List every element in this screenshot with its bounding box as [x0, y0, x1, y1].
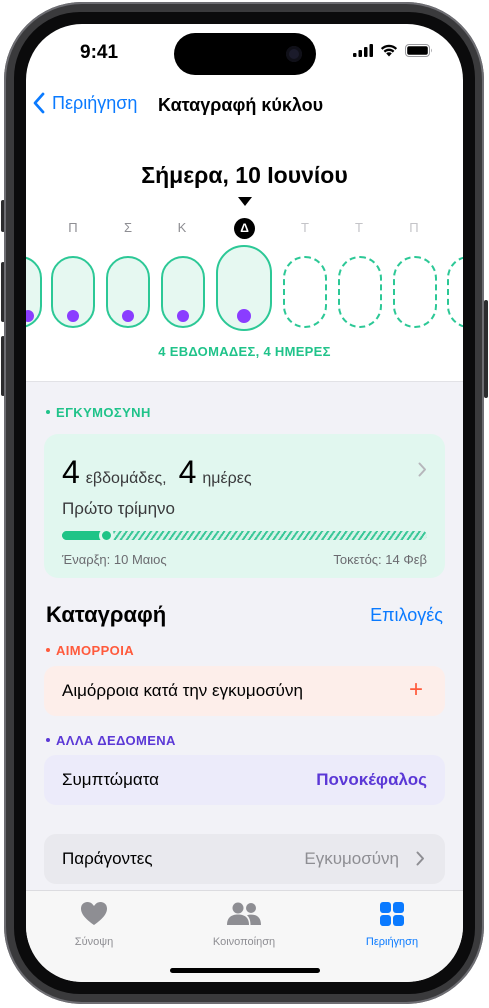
tab-sharing[interactable]: Κοινοποίηση: [184, 901, 304, 948]
chevron-right-icon: [416, 851, 424, 866]
bleeding-row-label: Αιμόρροια κατά την εγκυμοσύνη: [62, 681, 303, 700]
status-icons: [353, 44, 433, 57]
future-day-pill[interactable]: [283, 256, 327, 328]
weeks-number: 4: [62, 454, 80, 490]
navigation-bar: Περιήγηση Καταγραφή κύκλου: [26, 90, 463, 122]
pregnancy-duration: 4 εβδομάδες, 4 ημέρες: [62, 454, 252, 491]
log-dot: [177, 310, 189, 322]
pregnancy-duration-label: 4 ΕΒΔΟΜΑΔΕΣ, 4 ΗΜΕΡΕΣ: [158, 344, 331, 359]
add-icon[interactable]: +: [409, 676, 423, 704]
weeks-unit: εβδομάδες,: [85, 470, 167, 487]
grid-icon: [380, 902, 404, 926]
camera-icon: [286, 46, 302, 62]
pregnancy-card[interactable]: 4 εβδομάδες, 4 ημέρες Πρώτο τρίμηνο Έναρ…: [44, 434, 445, 578]
due-date: Τοκετός: 14 Φεβ: [333, 552, 427, 567]
day-letter: Π: [68, 220, 78, 235]
day-letter: Σ: [123, 220, 133, 235]
section-bullet: [46, 409, 50, 414]
nav-title: Καταγραφή κύκλου: [158, 95, 324, 115]
symptoms-value: Πονοκέφαλος: [316, 770, 427, 789]
status-time: 9:41: [80, 42, 119, 63]
other-data-section-text: ΑΛΛΑ ΔΕΔΟΜΕΝΑ: [56, 733, 176, 748]
day-pill[interactable]: [161, 256, 205, 328]
future-day-pill[interactable]: [447, 256, 463, 328]
back-label: Περιήγηση: [52, 92, 138, 113]
day-letter: Π: [26, 220, 36, 235]
days-number: 4: [178, 454, 197, 490]
tab-summary[interactable]: Σύνοψη: [34, 901, 154, 948]
log-dot: [237, 309, 251, 323]
day-pill[interactable]: [106, 256, 150, 328]
symptoms-row[interactable]: Συμπτώματα Πονοκέφαλος: [44, 755, 445, 805]
symptoms-label: Συμπτώματα: [62, 770, 160, 789]
dynamic-island: [174, 33, 316, 75]
tab-summary-label: Σύνοψη: [74, 936, 114, 948]
heart-icon: [81, 902, 107, 925]
start-date: Έναρξη: 10 Μαιος: [62, 552, 167, 567]
today-marker-icon: [238, 197, 252, 206]
screen: 9:41 Περιήγηση Καταγραφή κύκλου Σήμερα, …: [26, 24, 463, 982]
day-letter: Π: [409, 220, 419, 235]
log-dot: [122, 310, 134, 322]
tab-browse-label: Περιήγηση: [365, 936, 419, 948]
pregnancy-section-label: ΕΓΚΥΜΟΣΥΝΗ: [46, 405, 151, 420]
power-button: [484, 300, 488, 398]
pregnancy-section-text: ΕΓΚΥΜΟΣΥΝΗ: [56, 405, 151, 420]
factors-value: Εγκυμοσύνη: [304, 849, 399, 868]
pregnancy-progress-bar: [62, 528, 427, 543]
section-bullet: [46, 737, 50, 742]
today-pill[interactable]: [216, 245, 272, 331]
factors-row[interactable]: Παράγοντες Εγκυμοσύνη: [44, 834, 445, 884]
chevron-left-icon: [33, 92, 45, 114]
bleeding-row[interactable]: Αιμόρροια κατά την εγκυμοσύνη +: [44, 666, 445, 716]
future-day-pill[interactable]: [338, 256, 382, 328]
date-title: Σήμερα, 10 Ιουνίου: [141, 162, 348, 188]
log-heading: Καταγραφή: [46, 602, 167, 627]
people-icon: [227, 902, 261, 925]
log-dot: [67, 310, 79, 322]
tab-sharing-label: Κοινοποίηση: [212, 936, 276, 948]
future-day-pill[interactable]: [393, 256, 437, 328]
bleeding-section-text: ΑΙΜΟΡΡΟΙΑ: [56, 643, 134, 658]
signal-icon: [353, 44, 373, 57]
wifi-icon: [380, 44, 398, 57]
progress-knob: [98, 528, 114, 543]
day-pill[interactable]: [51, 256, 95, 328]
day-letter: Τ: [355, 220, 363, 235]
day-pill[interactable]: [26, 256, 42, 328]
trimester-label: Πρώτο τρίμηνο: [62, 499, 175, 518]
section-bullet: [46, 647, 50, 652]
battery-icon: [405, 44, 432, 57]
bleeding-section-label: ΑΙΜΟΡΡΟΙΑ: [46, 643, 134, 658]
home-indicator: [170, 968, 320, 973]
other-data-section-label: ΑΛΛΑ ΔΕΔΟΜΕΝΑ: [46, 733, 176, 748]
days-unit: ημέρες: [202, 470, 252, 487]
day-letter: Κ: [177, 220, 187, 235]
back-button[interactable]: Περιήγηση: [32, 92, 137, 114]
tab-browse[interactable]: Περιήγηση: [332, 901, 452, 948]
options-button[interactable]: Επιλογές: [370, 605, 443, 626]
chevron-right-icon: [418, 462, 426, 477]
bleeding-dot: [26, 310, 34, 322]
factors-label: Παράγοντες: [62, 849, 153, 868]
today-day-badge[interactable]: Δ: [234, 218, 255, 239]
day-letter: Τ: [301, 220, 309, 235]
